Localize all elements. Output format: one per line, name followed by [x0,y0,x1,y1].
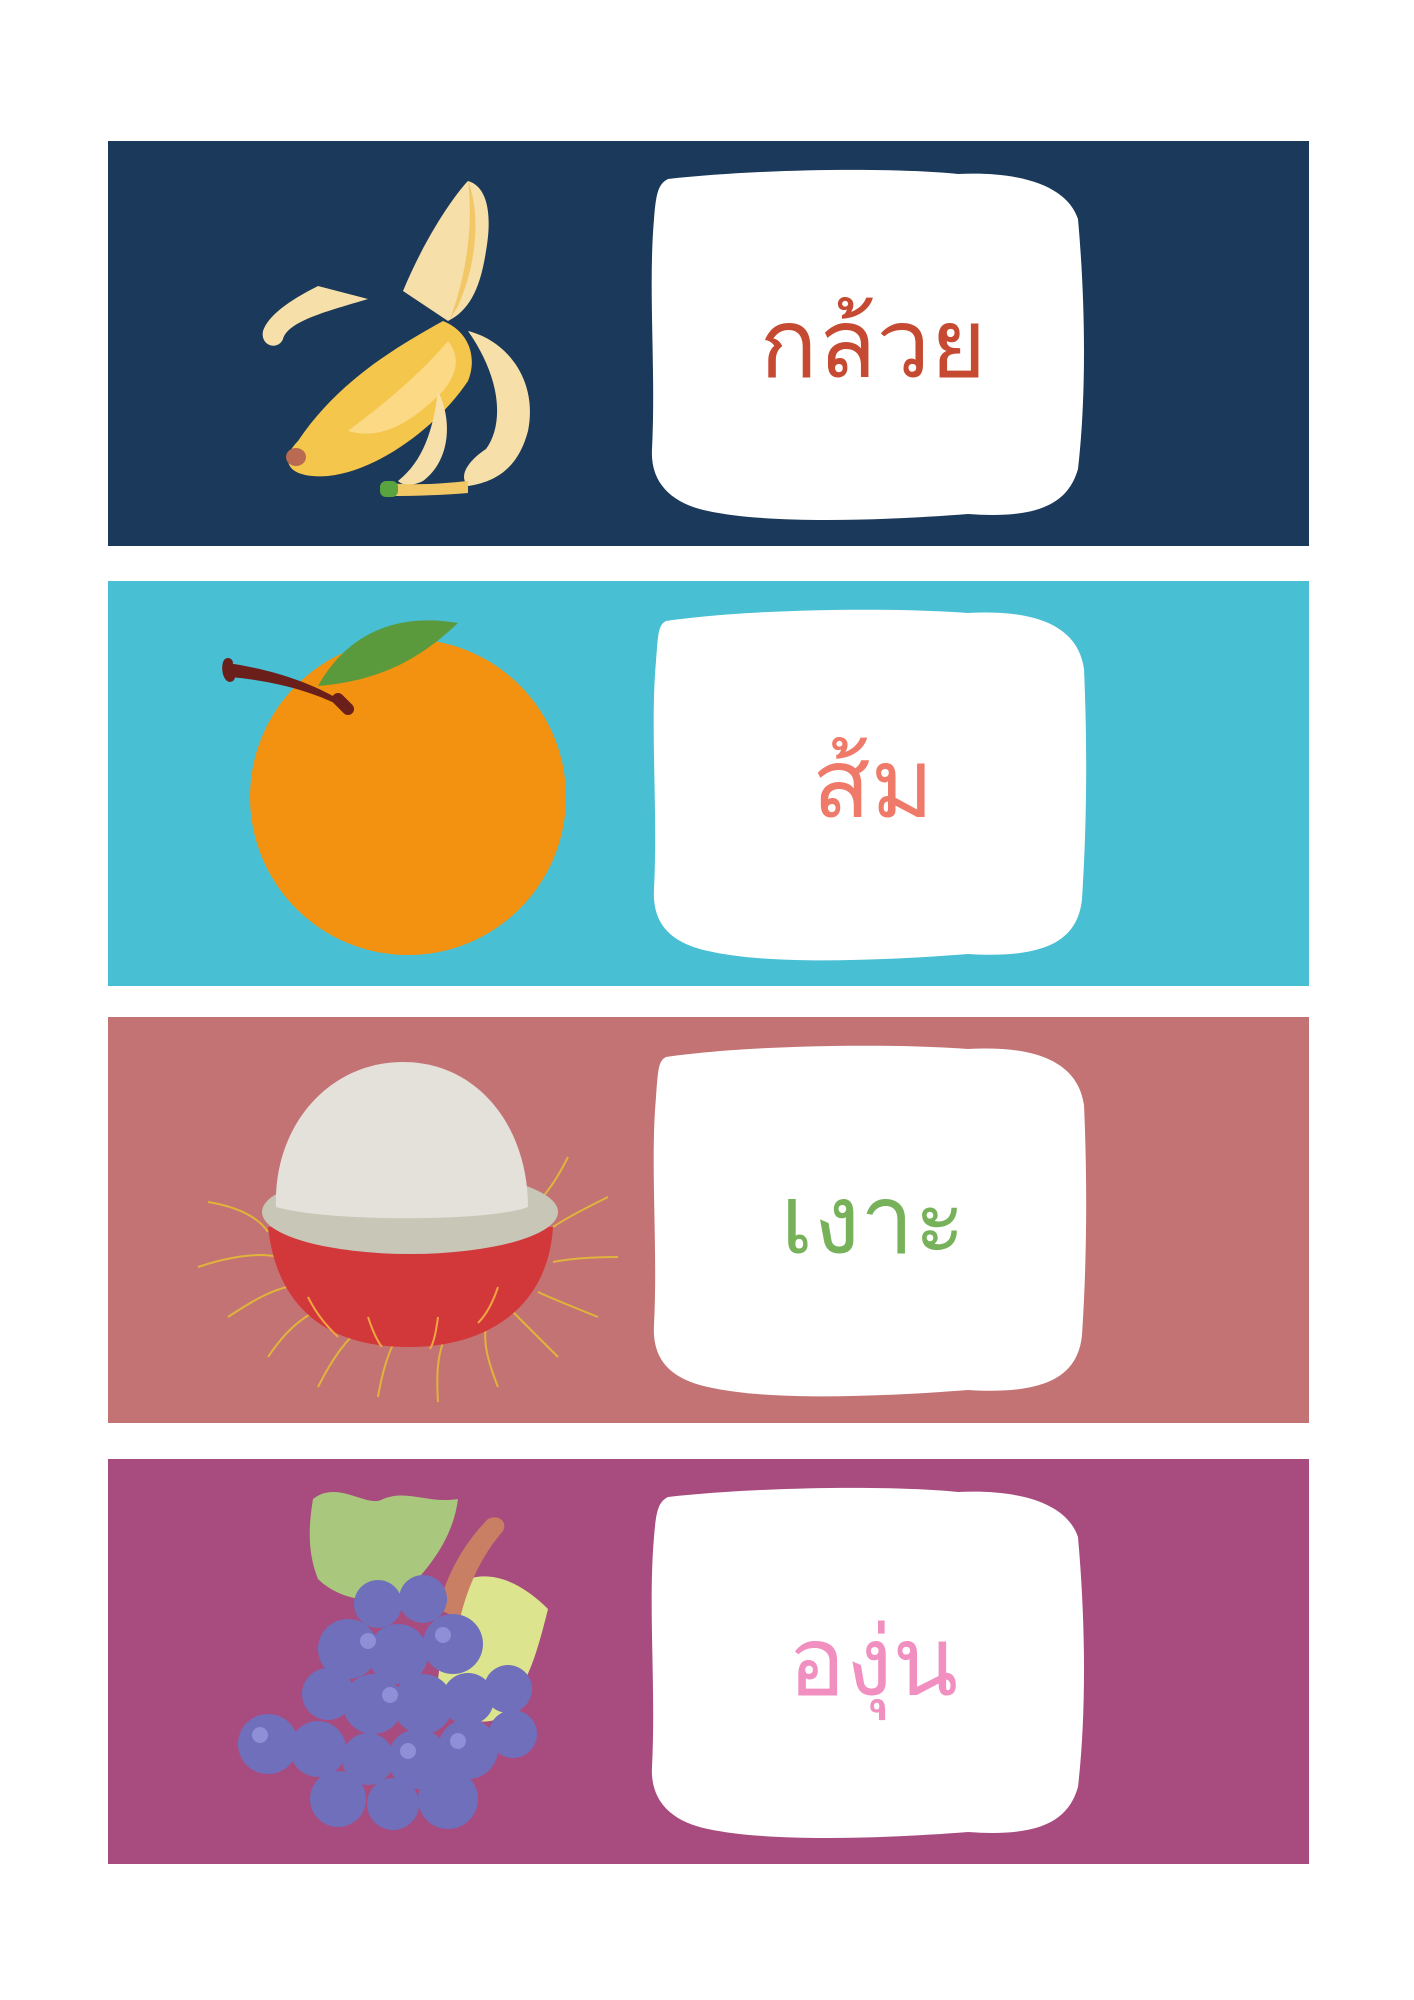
word-label-box: องุ่น [638,1477,1108,1847]
flashcard-banana: กล้วย [108,141,1309,546]
banana-icon [168,141,628,546]
word-label-box: เงาะ [638,1035,1108,1405]
word-text: องุ่น [787,1606,959,1718]
flashcard-rambutan: เงาะ [108,1017,1309,1423]
word-label-box: กล้วย [638,159,1108,529]
flashcard-grapes: องุ่น [108,1459,1309,1864]
grapes-icon [168,1459,628,1864]
orange-icon [168,581,628,986]
word-label-box: ส้ม [638,599,1108,969]
flashcard-orange: ส้ม [108,581,1309,986]
word-text: เงาะ [780,1164,966,1276]
word-text: กล้วย [759,288,987,400]
rambutan-icon [168,1017,628,1423]
word-text: ส้ม [812,728,934,840]
